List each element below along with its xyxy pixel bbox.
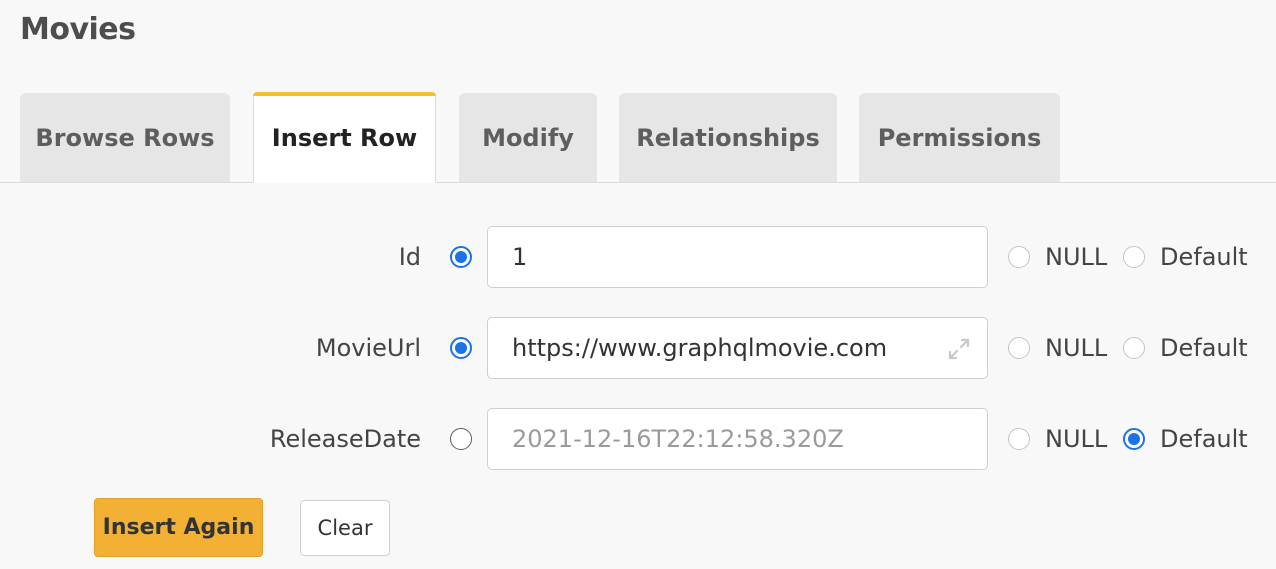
tab-divider bbox=[0, 182, 1276, 183]
tab-browse-rows[interactable]: Browse Rows bbox=[20, 93, 230, 182]
value-radio-movieurl[interactable] bbox=[450, 337, 472, 359]
tab-label: Modify bbox=[482, 123, 574, 152]
tab-label: Insert Row bbox=[271, 123, 418, 152]
value-radio-id[interactable] bbox=[450, 246, 472, 268]
tab-label: Permissions bbox=[877, 123, 1042, 152]
id-input[interactable] bbox=[487, 226, 988, 288]
default-label: Default bbox=[1160, 425, 1248, 453]
null-label: NULL bbox=[1045, 243, 1108, 271]
default-label: Default bbox=[1160, 243, 1248, 271]
insert-again-button[interactable]: Insert Again bbox=[94, 498, 263, 557]
null-label: NULL bbox=[1045, 425, 1108, 453]
null-radio-releasedate[interactable] bbox=[1008, 428, 1030, 450]
insert-row-page: Movies Browse Rows Insert Row Modify Rel… bbox=[0, 0, 1276, 569]
tab-bar: Browse Rows Insert Row Modify Relationsh… bbox=[0, 92, 1276, 183]
tab-modify[interactable]: Modify bbox=[459, 93, 597, 182]
null-radio-movieurl[interactable] bbox=[1008, 337, 1030, 359]
tab-label: Browse Rows bbox=[35, 123, 215, 152]
page-title: Movies bbox=[20, 12, 136, 47]
field-label-movieurl: MovieUrl bbox=[315, 334, 421, 362]
tab-relationships[interactable]: Relationships bbox=[619, 93, 837, 182]
field-label-releasedate: ReleaseDate bbox=[269, 425, 421, 453]
null-radio-id[interactable] bbox=[1008, 246, 1030, 268]
default-label: Default bbox=[1160, 334, 1248, 362]
default-radio-movieurl[interactable] bbox=[1123, 337, 1145, 359]
form-row-releasedate: ReleaseDate NULL Default bbox=[0, 408, 1276, 470]
null-label: NULL bbox=[1045, 334, 1108, 362]
default-radio-releasedate[interactable] bbox=[1123, 428, 1145, 450]
tab-permissions[interactable]: Permissions bbox=[859, 93, 1060, 182]
expand-arrows-icon[interactable] bbox=[946, 336, 972, 362]
form-row-movieurl: MovieUrl NULL Default bbox=[0, 317, 1276, 379]
clear-button[interactable]: Clear bbox=[300, 500, 390, 556]
default-radio-id[interactable] bbox=[1123, 246, 1145, 268]
movieurl-input[interactable] bbox=[487, 317, 988, 379]
tab-label: Relationships bbox=[636, 123, 820, 152]
field-label-id: Id bbox=[398, 243, 421, 271]
tab-insert-row[interactable]: Insert Row bbox=[253, 92, 436, 183]
form-row-id: Id NULL Default bbox=[0, 226, 1276, 288]
value-radio-releasedate[interactable] bbox=[450, 428, 472, 450]
releasedate-input[interactable] bbox=[487, 408, 988, 470]
